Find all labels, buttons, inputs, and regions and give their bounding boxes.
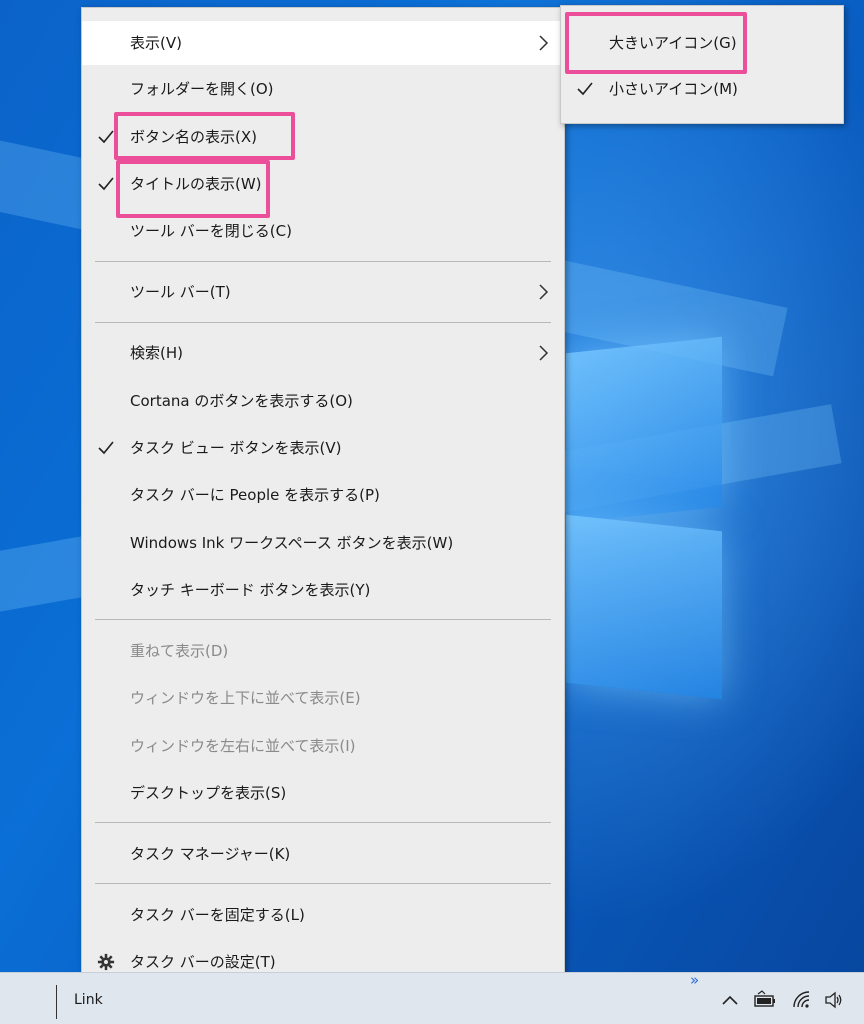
menu-item-label: ボタン名の表示(X) xyxy=(130,128,257,146)
checkmark-icon xyxy=(98,177,114,191)
chevron-right-icon xyxy=(539,345,549,361)
windows-logo-pane xyxy=(566,514,722,700)
menu-item-label: Windows Ink ワークスペース ボタンを表示(W) xyxy=(130,534,454,552)
gear-icon xyxy=(97,953,115,971)
link-toolbar-label[interactable]: Link xyxy=(74,992,103,1008)
menu-separator xyxy=(95,619,551,620)
menu-item-show-touch-keyboard[interactable]: タッチ キーボード ボタンを表示(Y) xyxy=(82,568,564,612)
menu-item-show-cortana[interactable]: Cortana のボタンを表示する(O) xyxy=(82,379,564,423)
menu-item-label: タスク バーを固定する(L) xyxy=(130,906,305,924)
menu-item-label: タスク ビュー ボタンを表示(V) xyxy=(130,439,342,457)
menu-separator xyxy=(95,261,551,262)
checkmark-icon xyxy=(98,130,114,144)
menu-item-label: 検索(H) xyxy=(130,344,183,362)
view-submenu: 大きいアイコン(G) 小さいアイコン(M) xyxy=(560,5,844,124)
menu-item-toolbars[interactable]: ツール バー(T) xyxy=(82,270,564,314)
menu-item-label: ウィンドウを上下に並べて表示(E) xyxy=(130,689,361,707)
menu-item-show-people[interactable]: タスク バーに People を表示する(P) xyxy=(82,473,564,517)
menu-item-close-toolbar[interactable]: ツール バーを閉じる(C) xyxy=(82,209,564,253)
menu-separator xyxy=(95,822,551,823)
menu-item-show-button-name[interactable]: ボタン名の表示(X) xyxy=(82,115,564,159)
menu-item-stack: ウィンドウを上下に並べて表示(E) xyxy=(82,676,564,720)
menu-item-label: フォルダーを開く(O) xyxy=(130,80,274,98)
menu-item-view[interactable]: 表示(V) xyxy=(82,21,564,65)
menu-item-show-task-view[interactable]: タスク ビュー ボタンを表示(V) xyxy=(82,426,564,470)
toolbar-overflow-button[interactable]: » xyxy=(690,971,699,989)
menu-separator xyxy=(95,883,551,884)
menu-item-label: Cortana のボタンを表示する(O) xyxy=(130,392,353,410)
menu-item-label: 表示(V) xyxy=(130,34,182,52)
menu-item-search[interactable]: 検索(H) xyxy=(82,331,564,375)
menu-item-cascade: 重ねて表示(D) xyxy=(82,629,564,673)
chevron-up-icon[interactable] xyxy=(720,990,740,1010)
checkmark-icon xyxy=(98,441,114,455)
toolbar-grip[interactable] xyxy=(56,985,57,1019)
taskbar-context-menu: 表示(V) フォルダーを開く(O) ボタン名の表示(X) タイトルの表示(W) … xyxy=(81,7,565,995)
menu-item-show-windows-ink[interactable]: Windows Ink ワークスペース ボタンを表示(W) xyxy=(82,521,564,565)
chevron-right-icon xyxy=(539,284,549,300)
menu-item-task-manager[interactable]: タスク マネージャー(K) xyxy=(82,832,564,876)
battery-icon[interactable] xyxy=(753,990,777,1010)
menu-separator xyxy=(95,322,551,323)
submenu-item-label: 大きいアイコン(G) xyxy=(609,34,737,52)
menu-item-label: ウィンドウを左右に並べて表示(I) xyxy=(130,737,356,755)
windows-logo-pane xyxy=(566,336,722,524)
menu-item-open-folder[interactable]: フォルダーを開く(O) xyxy=(82,67,564,111)
menu-item-label: タスク マネージャー(K) xyxy=(130,845,291,863)
menu-item-label: タイトルの表示(W) xyxy=(130,175,262,193)
submenu-item-label: 小さいアイコン(M) xyxy=(609,80,738,98)
menu-item-side-by-side: ウィンドウを左右に並べて表示(I) xyxy=(82,724,564,768)
volume-icon[interactable] xyxy=(824,990,844,1010)
submenu-item-small-icons[interactable]: 小さいアイコン(M) xyxy=(561,67,843,111)
chevron-right-icon xyxy=(539,35,549,51)
checkmark-icon xyxy=(577,82,593,96)
menu-item-label: ツール バーを閉じる(C) xyxy=(130,222,292,240)
menu-item-lock-taskbar[interactable]: タスク バーを固定する(L) xyxy=(82,893,564,937)
submenu-item-large-icons[interactable]: 大きいアイコン(G) xyxy=(561,21,843,65)
menu-item-label: 重ねて表示(D) xyxy=(130,642,229,660)
wifi-icon[interactable] xyxy=(792,990,812,1010)
menu-item-show-title[interactable]: タイトルの表示(W) xyxy=(82,162,564,206)
menu-item-label: タッチ キーボード ボタンを表示(Y) xyxy=(130,581,371,599)
menu-item-label: デスクトップを表示(S) xyxy=(130,784,287,802)
menu-item-show-desktop[interactable]: デスクトップを表示(S) xyxy=(82,771,564,815)
menu-item-label: タスク バーに People を表示する(P) xyxy=(130,486,380,504)
menu-item-label: ツール バー(T) xyxy=(130,283,231,301)
